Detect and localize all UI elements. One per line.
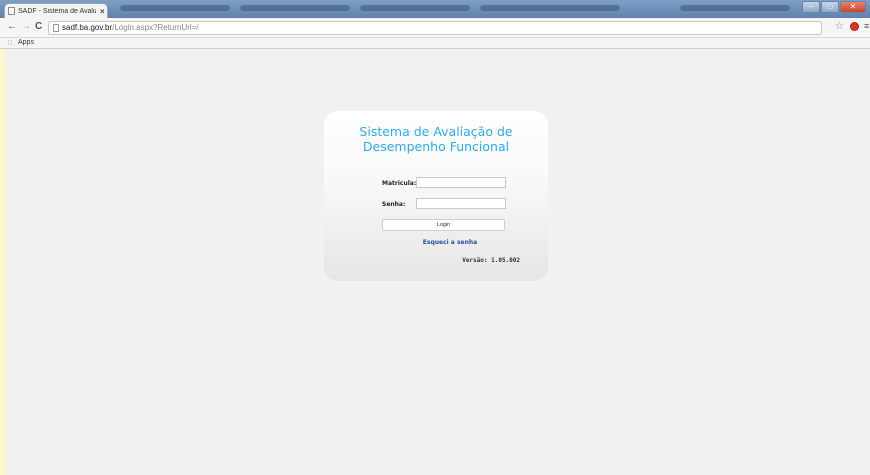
url-path: /Login.aspx?ReturnUrl=/ — [112, 23, 199, 32]
senha-input[interactable] — [416, 198, 506, 209]
other-tab[interactable] — [480, 5, 620, 11]
bookmarks-bar: ∷ Apps — [0, 38, 870, 49]
bookmark-star-icon[interactable]: ☆ — [835, 21, 844, 32]
extension-icon[interactable] — [850, 22, 859, 31]
tab-close-icon[interactable]: × — [100, 7, 105, 16]
page-info-icon[interactable] — [53, 24, 59, 32]
reload-icon[interactable]: C — [35, 21, 42, 32]
system-title-line2: Desempenho Funcional — [362, 139, 510, 154]
page-icon — [8, 7, 15, 15]
other-tab[interactable] — [240, 5, 350, 11]
senha-label: Senha: — [382, 201, 406, 208]
forgot-password-link[interactable]: Esqueci a senha — [324, 239, 576, 246]
maximize-button[interactable]: □ — [821, 1, 839, 13]
back-arrow-icon[interactable]: ← — [7, 21, 17, 32]
menu-icon[interactable]: ≡ — [864, 21, 869, 31]
system-title-line1: Sistema de Avaliação de — [359, 124, 513, 139]
other-tab[interactable] — [680, 5, 790, 11]
apps-grid-icon[interactable]: ∷ — [8, 39, 12, 47]
login-panel: Sistema de Avaliação de Desempenho Funci… — [324, 111, 548, 281]
browser-toolbar: ← → C sadf.ba.gov.br /Login.aspx?ReturnU… — [0, 18, 870, 38]
url-host: sadf.ba.gov.br — [62, 23, 113, 32]
system-title: Sistema de Avaliação de Desempenho Funci… — [324, 124, 548, 154]
other-tab[interactable] — [120, 5, 230, 11]
page-viewport: Sistema de Avaliação de Desempenho Funci… — [6, 49, 870, 475]
version-label: Versão: 1.05.002 — [462, 257, 520, 264]
apps-shortcut[interactable]: Apps — [18, 39, 34, 46]
other-tab[interactable] — [360, 5, 470, 11]
matricula-label: Matricula: — [382, 180, 417, 187]
forward-arrow-icon[interactable]: → — [21, 21, 31, 32]
address-bar[interactable]: sadf.ba.gov.br /Login.aspx?ReturnUrl=/ — [48, 21, 822, 35]
close-window-button[interactable]: ✕ — [840, 1, 866, 13]
minimize-button[interactable]: – — [802, 1, 820, 13]
browser-tab[interactable]: SADF - Sistema de Avaliaç × — [4, 3, 108, 18]
tab-title: SADF - Sistema de Avaliaç — [18, 7, 96, 15]
matricula-input[interactable] — [416, 177, 506, 188]
window-controls: – □ ✕ — [802, 1, 866, 13]
login-button[interactable]: Login — [382, 219, 505, 231]
window-titlebar: SADF - Sistema de Avaliaç × – □ ✕ — [0, 0, 870, 18]
